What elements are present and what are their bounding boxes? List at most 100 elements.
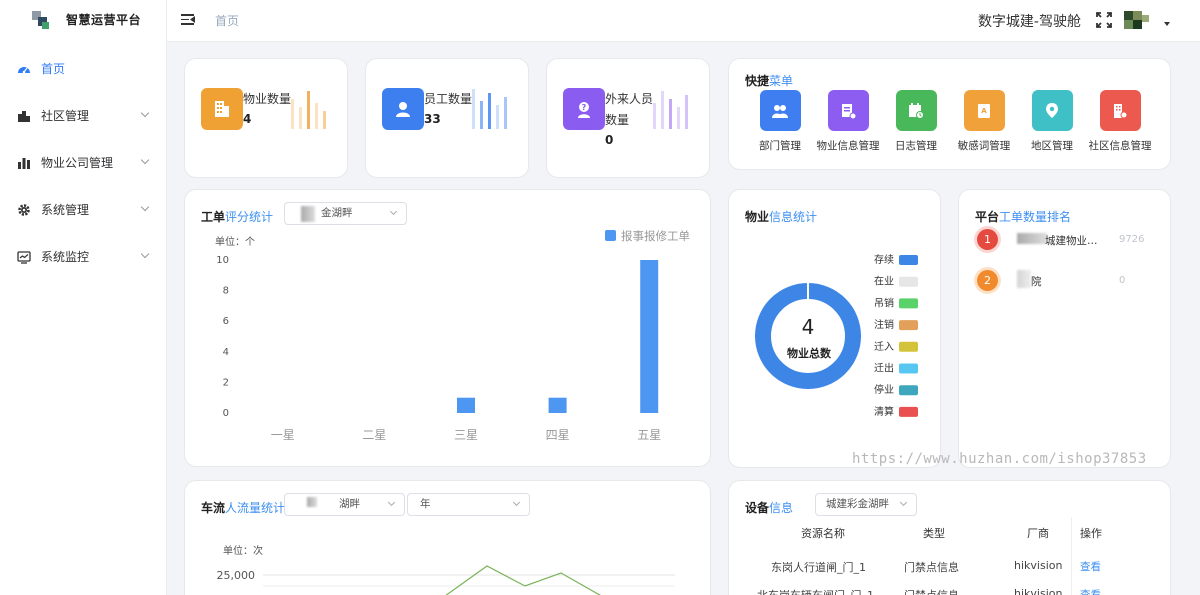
donut-chart: 存续在业吊销注销迁入迁出停业清算 <box>755 253 918 418</box>
rank-badge: 1 <box>977 229 998 250</box>
breadcrumb[interactable]: 首页 <box>215 12 239 29</box>
y-tick-label: 10 <box>216 255 229 266</box>
legend-label: 迁入 <box>874 341 894 353</box>
stat-value: 4 <box>243 112 252 126</box>
sidebar-menu: 首页 社区管理 物业公司管理 系统管理 系统监控 <box>0 45 166 280</box>
y-tick-label: 0 <box>223 408 229 419</box>
sidebar-item-label: 系统监控 <box>41 250 90 264</box>
legend-swatch <box>605 230 616 241</box>
table-cell: 门禁点信息 <box>904 561 959 574</box>
community-info-icon <box>1099 90 1141 131</box>
community-select[interactable]: 湖畔 <box>284 493 405 516</box>
rank-name: 城建物业… <box>1045 235 1098 247</box>
property-info-icon <box>827 90 869 131</box>
y-axis-unit: 单位：个 <box>215 235 255 248</box>
redacted-block <box>1017 270 1031 288</box>
x-tick-label: 五星 <box>637 428 661 442</box>
sidebar-item-label: 物业公司管理 <box>41 156 114 170</box>
legend-label: 迁出 <box>874 362 894 375</box>
legend-label: 在业 <box>874 276 894 288</box>
chevron-down-icon <box>389 207 398 216</box>
stat-card-visitors: ? 外来人员 数量 0 <box>546 58 710 178</box>
series-line <box>445 565 601 595</box>
monitor-icon <box>17 250 31 264</box>
sidebar-item-community[interactable]: 社区管理 <box>0 92 166 139</box>
card-title: 车流人流量统计 <box>201 501 286 515</box>
quick-menu-label: 社区信息管理 <box>1088 140 1152 152</box>
y-tick-label: 8 <box>223 286 229 297</box>
chevron-down-icon <box>140 155 150 165</box>
legend-swatch <box>899 255 918 265</box>
menu-toggle-icon[interactable] <box>181 14 195 25</box>
community-select[interactable]: 城建彩金湖畔 <box>815 493 917 516</box>
y-tick-label: 2 <box>223 377 229 388</box>
building-icon <box>201 88 243 130</box>
legend-swatch <box>899 363 918 374</box>
sidebar-item-home[interactable]: 首页 <box>0 45 166 92</box>
legend-label: 报事报修工单 <box>621 230 690 243</box>
stat-card-staff: 员工数量 33 <box>365 58 529 178</box>
stat-label: 外来人员 <box>605 92 654 106</box>
legend-label: 停业 <box>874 383 894 396</box>
sidebar: 智慧运营平台 首页 社区管理 物业公司管理 系统管理 系统监控 <box>0 0 167 595</box>
y-tick-label: 4 <box>223 347 229 358</box>
view-link[interactable]: 查看 <box>1080 559 1101 574</box>
card-title: 工单评分统计 <box>201 210 274 224</box>
rank-badge: 2 <box>977 270 998 291</box>
y-tick-label: 25,000 <box>217 569 256 582</box>
quick-menu-community-info[interactable]: 社区信息管理 <box>1080 90 1160 153</box>
rank-name: 院 <box>1031 276 1042 288</box>
stat-card-property: 物业数量 4 <box>184 58 348 178</box>
sensitive-word-icon: A <box>963 90 1005 131</box>
redacted-block <box>301 206 315 222</box>
chevron-down-icon <box>140 108 150 118</box>
sidebar-item-property-company[interactable]: 物业公司管理 <box>0 139 166 186</box>
chevron-down-icon <box>387 498 396 507</box>
rank-value: 0 <box>1119 275 1126 286</box>
sidebar-item-system[interactable]: 系统管理 <box>0 186 166 233</box>
bar <box>640 260 659 413</box>
sidebar-item-label: 社区管理 <box>41 109 90 123</box>
stat-label: 员工数量 <box>424 92 473 106</box>
table-header: 资源名称 <box>801 527 845 540</box>
table-header: 类型 <box>923 527 945 540</box>
view-link[interactable]: 查看 <box>1080 587 1101 595</box>
decorative-bars <box>653 89 693 129</box>
legend-label: 吊销 <box>874 296 894 309</box>
community-select[interactable]: 金湖畔 <box>284 202 407 225</box>
legend-swatch <box>899 406 918 417</box>
decorative-bars <box>291 89 331 129</box>
card-title: 平台工单数量排名 <box>975 210 1072 224</box>
bar <box>548 397 567 413</box>
page-title: 数字城建-驾驶舱 <box>977 14 1081 30</box>
y-tick-label: 6 <box>223 316 229 327</box>
legend-swatch <box>899 341 918 352</box>
card-title: 快捷菜单 <box>745 74 794 88</box>
building-icon <box>17 109 31 123</box>
donut-center-value: 4 <box>801 315 815 339</box>
dashboard-icon <box>17 62 31 76</box>
score-chart-card: 工单评分统计 金湖畔 单位：个 0 2 4 6 8 10 一星 二星 三星 四星 五星 报事报修工单 <box>184 189 711 467</box>
property-stats-card: 物业信息统计 存续 在业 吊销 注销 迁入 迁出 停业 清算 4 物业总数 <box>728 189 941 468</box>
bar <box>457 397 475 413</box>
gear-icon <box>17 203 31 217</box>
chevron-down-icon <box>512 498 521 507</box>
donut-center-label: 物业总数 <box>787 347 831 360</box>
decorative-bars <box>472 89 512 129</box>
chevron-down-icon <box>140 202 150 212</box>
x-tick-label: 二星 <box>362 428 386 442</box>
brand-title: 智慧运营平台 <box>66 13 142 27</box>
fullscreen-icon[interactable] <box>1096 12 1112 28</box>
legend-label: 清算 <box>874 405 894 418</box>
avatar[interactable] <box>1124 11 1150 31</box>
traffic-chart-card: 车流人流量统计 湖畔 年 单位：次 25,000 <box>184 480 711 595</box>
table-header: 厂商 <box>1027 527 1049 540</box>
table-cell: hikvision <box>1014 587 1063 595</box>
period-select[interactable]: 年 <box>407 493 530 516</box>
caret-down-icon[interactable] <box>1164 22 1170 26</box>
legend-label: 注销 <box>874 318 894 331</box>
column-divider <box>1071 517 1072 595</box>
sidebar-item-monitor[interactable]: 系统监控 <box>0 233 166 280</box>
visitor-icon: ? <box>563 88 605 130</box>
legend-swatch <box>899 276 918 287</box>
